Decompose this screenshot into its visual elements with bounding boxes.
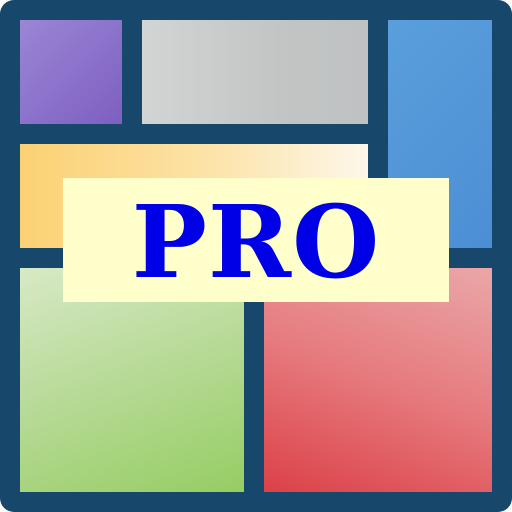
app-icon: PRO <box>0 0 512 512</box>
pro-badge: PRO <box>63 178 449 302</box>
purple-tile <box>20 20 122 124</box>
pro-badge-text: PRO <box>131 183 381 301</box>
gray-tile <box>142 20 368 124</box>
